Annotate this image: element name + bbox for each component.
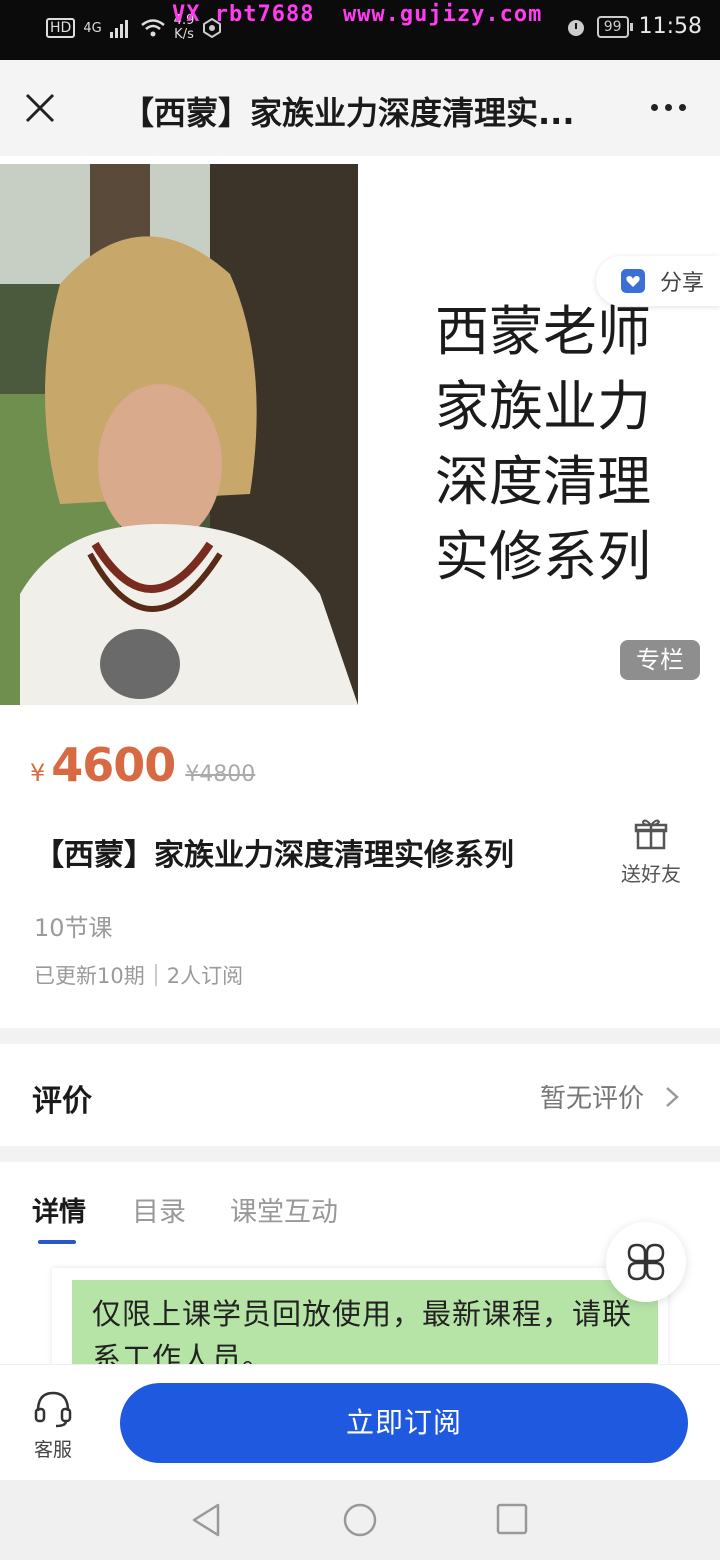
customer-service-button[interactable]: 客服: [28, 1389, 78, 1462]
teacher-photo: [0, 164, 358, 705]
more-icon-dot: [665, 104, 672, 111]
tab-details[interactable]: 详情: [32, 1190, 86, 1229]
watermark-text: VX rbt7688 www.gujizy.com: [172, 2, 543, 27]
teacher-photo-illustration: [0, 164, 358, 705]
tab-interaction[interactable]: 课堂互动: [230, 1190, 338, 1229]
banner-line: 实修系列: [435, 525, 651, 588]
signal-icon: [109, 20, 128, 38]
status-right: 99 11:58: [565, 14, 702, 39]
hd-indicator: HD: [46, 18, 76, 38]
bottom-action-bar: 客服 立即订阅: [0, 1364, 720, 1480]
page-title: 【西蒙】家族业力深度清理实...: [122, 94, 575, 132]
column-tag: 专栏: [620, 640, 700, 680]
course-title: 【西蒙】家族业力深度清理实修系列: [34, 838, 514, 873]
customer-service-label: 客服: [33, 1439, 72, 1461]
gift-label: 送好友: [621, 862, 681, 886]
top-nav-bar: 【西蒙】家族业力深度清理实...: [0, 60, 720, 156]
subscriber-count: 2人订阅: [166, 964, 244, 988]
status-bar: HD 4G 4.9 K/s VX rbt7688 www.gujizy.com 9…: [0, 0, 720, 60]
price-row: ¥ 4600 ¥4800: [30, 738, 255, 792]
network-indicator: 4G: [83, 20, 102, 36]
back-icon[interactable]: [190, 1502, 222, 1538]
section-divider: [0, 1028, 720, 1044]
chevron-right-icon: [666, 1087, 679, 1107]
share-button[interactable]: 分享: [596, 256, 720, 306]
battery-indicator: 99: [596, 15, 633, 38]
meta-divider: [154, 964, 157, 986]
tab-catalog[interactable]: 目录: [132, 1190, 186, 1229]
gift-to-friend-button[interactable]: 送好友: [614, 816, 688, 887]
lesson-count: 10节课: [34, 914, 113, 942]
current-price: 4600: [51, 738, 176, 792]
banner-line: 深度清理: [435, 450, 651, 513]
review-value: 暂无评价: [539, 1084, 644, 1114]
recents-icon[interactable]: [496, 1502, 528, 1536]
currency-symbol: ¥: [30, 759, 46, 787]
gift-icon: [634, 819, 668, 850]
banner-text: 西蒙老师 家族业力 深度清理 实修系列: [435, 294, 651, 594]
wifi-icon: [140, 19, 165, 37]
speed-unit: K/s: [174, 27, 194, 42]
clock: 11:58: [638, 14, 702, 39]
more-button[interactable]: [651, 104, 686, 111]
more-icon-dot: [679, 104, 686, 111]
section-divider: [0, 1146, 720, 1162]
banner-line: 家族业力: [435, 375, 651, 438]
close-icon: [25, 93, 55, 123]
more-icon-dot: [651, 104, 658, 111]
system-nav-bar: [0, 1480, 720, 1560]
active-tab-indicator: [38, 1240, 76, 1244]
subscribe-button[interactable]: 立即订阅: [120, 1383, 688, 1463]
review-row[interactable]: 评价 暂无评价: [0, 1044, 720, 1146]
course-banner: 西蒙老师 家族业力 深度清理 实修系列 分享 专栏: [0, 164, 720, 705]
close-button[interactable]: [22, 90, 58, 126]
update-count: 已更新10期: [34, 964, 145, 988]
home-icon[interactable]: [342, 1502, 378, 1538]
share-icon: [621, 269, 645, 293]
grid-icon: [627, 1243, 665, 1281]
review-label: 评价: [32, 1084, 92, 1119]
headset-icon: [34, 1391, 72, 1428]
original-price: ¥4800: [185, 762, 256, 787]
alarm-icon: [567, 19, 584, 36]
course-meta: 已更新10期 2人订阅: [34, 960, 243, 990]
floating-menu-button[interactable]: [606, 1222, 686, 1302]
share-label: 分享: [660, 271, 705, 296]
